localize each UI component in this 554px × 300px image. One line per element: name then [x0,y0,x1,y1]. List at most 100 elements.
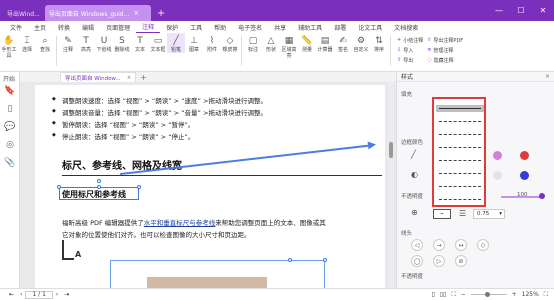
underline-button[interactable]: U 下划线 [95,33,113,53]
zoom-knob[interactable] [484,291,490,297]
menu-tools[interactable]: 工具 [184,21,208,33]
menu-comment[interactable]: 注释 [136,21,161,33]
hide-comments-button[interactable]: ◌ 隐藏注释 [427,55,463,65]
menu-paper-tools[interactable]: 论文工具 [352,21,388,33]
view-double-icon[interactable]: ▯▯ [440,291,447,298]
textbox-button[interactable]: ▭ 文本框 [149,33,167,53]
menu-home[interactable]: 主页 [28,21,52,33]
resize-handle[interactable] [323,258,327,262]
prev-page-icon[interactable]: ‹ [20,291,22,298]
attachment-icon[interactable]: 📎 [0,154,20,172]
shape-button[interactable]: △ 形状 [262,33,280,53]
export-pdf-button[interactable]: ⇧ 导出注释PDF [427,35,463,45]
dash-option[interactable] [439,186,481,187]
page-number-field[interactable]: 1 / 1 [25,290,53,299]
document-tab-1[interactable]: 导出Wind... [3,5,44,21]
line-width-select[interactable]: 0.75 ▾ [473,209,505,219]
close-tab-icon[interactable]: × [133,9,139,17]
minimize-icon[interactable]: — [488,0,510,21]
fullscreen-icon[interactable]: ⛶ [544,291,548,299]
maximize-icon[interactable]: ☐ [510,0,532,21]
scroll-thumb[interactable] [389,142,393,158]
sort-button[interactable]: ⇅ 排序 [370,33,388,53]
new-tab-button[interactable]: + [152,5,170,21]
custom-button[interactable]: ⚙ 自定义 [352,33,370,53]
menu-esign[interactable]: 电子签名 [232,21,268,33]
note-button[interactable]: ✎ 注释 [59,33,77,53]
summary-comments-button[interactable]: + 小结注释 [397,35,423,45]
attach-button[interactable]: ⌇ 附件 [203,33,221,53]
pages-icon[interactable]: ▯ [0,100,20,118]
zoom-slider[interactable] [470,291,507,297]
export-button[interactable]: ⇧ 导出 [397,55,423,65]
next-page-icon[interactable]: › [56,291,58,298]
resize-handle[interactable] [288,258,292,262]
line-end-option[interactable]: → [433,239,445,251]
menu-page-manage[interactable]: 页面管理 [100,21,136,33]
zoom-value[interactable]: 125% [522,291,539,298]
zoom-in-icon[interactable]: + [512,291,517,298]
resize-handle[interactable] [57,185,61,189]
add-tab-icon[interactable]: + [140,73,147,82]
menu-convert[interactable]: 转换 [52,21,76,33]
find-button[interactable]: ⌕ 查找 [36,33,54,53]
resize-handle[interactable] [137,185,141,189]
close-icon[interactable]: × [127,75,132,81]
menu-help[interactable]: 帮助 [208,21,232,33]
measure-button[interactable]: 📏 测量 [298,33,316,53]
comment-icon[interactable]: 💬 [0,118,20,136]
line-end-option[interactable]: ◁ [411,239,423,251]
eraser-button[interactable]: ◇ 橡皮擦 [221,33,239,53]
line-end-option[interactable]: ◇ [477,239,489,251]
area-highlight-button[interactable]: ▦ 区域高亮 [280,33,298,59]
first-page-icon[interactable]: ⇤ [9,291,14,298]
menu-deploy[interactable]: 部署 [328,21,352,33]
view-single-icon[interactable]: ▯ [431,291,434,298]
stamp-button[interactable]: ⊥ 图章 [185,33,203,53]
menu-doc-search[interactable]: 文档搜索 [388,21,424,33]
document-tab[interactable]: 导出页面自 Window... × [60,72,137,82]
sign-button[interactable]: ✍ 签名 [334,33,352,53]
dash-option[interactable] [439,134,481,135]
strike-button[interactable]: S 删除线 [113,33,131,53]
line-end-option[interactable]: ⊘ [455,255,467,267]
manage-comments-button[interactable]: ≡ 管理注释 [427,45,463,55]
dash-option[interactable] [439,160,481,161]
opacity-slider-knob[interactable] [539,193,545,199]
menu-protect[interactable]: 保护 [160,21,184,33]
last-page-icon[interactable]: ⇥ [64,291,69,298]
bookmark-icon[interactable]: 🔖 [0,82,20,100]
select-button[interactable]: ⌶ 选择 [18,33,36,53]
color-swatch[interactable] [520,171,529,180]
calculator-button[interactable]: ▤ 计算器 [316,33,334,53]
line-end-option[interactable]: ▷ [433,255,445,267]
fit-page-icon[interactable]: ⛶ [451,291,455,299]
document-tab-2[interactable]: 导出页面自 Windows_guid... × [44,5,151,21]
close-icon[interactable]: ✕ [532,0,554,21]
close-icon[interactable]: × [545,73,550,80]
menu-edit[interactable]: 编辑 [76,21,100,33]
dash-option[interactable] [439,147,481,148]
color-wheel-icon[interactable]: ◐ [411,170,418,179]
import-button[interactable]: ⇩ 导入 [397,45,423,55]
hand-tool-button[interactable]: ✋ 手形工具 [0,33,18,59]
color-swatch[interactable] [493,171,502,180]
color-swatch[interactable] [493,151,502,160]
dash-option[interactable] [439,173,481,174]
text-button[interactable]: T 文本 [131,33,149,53]
dash-option[interactable] [439,121,481,122]
link[interactable]: 水平和垂直标尺与参考线 [144,219,216,227]
zoom-out-icon[interactable]: − [461,291,466,298]
pencil-button[interactable]: ╱ 铅笔 [167,33,185,53]
document-view[interactable]: 调整朗读速度：选择 “视图” > “朗读” > “速度” >拖动滑块进行调整。 … [20,82,396,288]
dash-style-select[interactable]: ┅ [433,209,451,219]
color-swatch[interactable] [520,151,529,160]
dash-option-solid[interactable] [436,105,484,112]
menu-share[interactable]: 共享 [268,21,292,33]
pen-icon[interactable]: ╱ [411,150,416,159]
dash-option[interactable] [439,199,481,200]
vertical-scrollbar[interactable] [388,82,394,288]
line-end-option[interactable]: ↔ [455,239,467,251]
rotate-handle[interactable] [97,179,101,183]
menu-file[interactable]: 文件 [4,21,28,33]
